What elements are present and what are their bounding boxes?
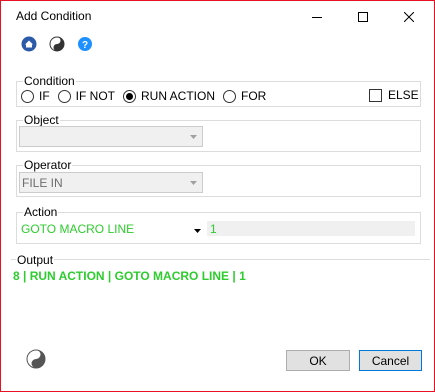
else-label: ELSE bbox=[388, 88, 419, 102]
svg-text:?: ? bbox=[82, 40, 88, 51]
radio-for[interactable]: FOR bbox=[223, 89, 266, 103]
radio-if-circle[interactable] bbox=[21, 89, 34, 103]
yin-yang-icon[interactable] bbox=[26, 349, 46, 369]
radio-if-label: IF bbox=[39, 89, 50, 103]
output-text: 8 | RUN ACTION | GOTO MACRO LINE | 1 bbox=[13, 269, 246, 283]
window-title: Add Condition bbox=[16, 9, 92, 23]
help-icon[interactable]: ? bbox=[77, 36, 93, 52]
line-number-value: 1 bbox=[210, 222, 217, 236]
title-bar: Add Condition bbox=[1, 1, 434, 32]
object-label: Object bbox=[23, 113, 60, 127]
else-checkbox[interactable]: ELSE bbox=[369, 88, 419, 102]
operator-label: Operator bbox=[23, 158, 73, 172]
operator-combo[interactable]: FILE IN bbox=[19, 172, 203, 193]
radio-if-not-label: IF NOT bbox=[75, 89, 115, 103]
condition-group: Condition IF IF NOT RUN ACTION FOR ELSE bbox=[16, 74, 421, 107]
output-label: Output bbox=[16, 253, 55, 267]
chevron-down-icon bbox=[191, 224, 203, 237]
operator-group: Operator FILE IN bbox=[16, 158, 421, 197]
close-button[interactable] bbox=[386, 1, 432, 32]
home-icon[interactable] bbox=[21, 36, 37, 52]
radio-for-label: FOR bbox=[241, 89, 267, 103]
radio-if[interactable]: IF bbox=[21, 89, 50, 103]
ok-button[interactable]: OK bbox=[286, 350, 350, 371]
chevron-down-icon bbox=[187, 130, 199, 143]
radio-if-not[interactable]: IF NOT bbox=[57, 89, 115, 103]
close-icon bbox=[404, 11, 414, 22]
object-group: Object bbox=[16, 113, 421, 152]
radio-run-action-circle[interactable] bbox=[123, 89, 136, 103]
object-combo[interactable] bbox=[19, 126, 203, 147]
action-group: Action GOTO MACRO LINE 1 bbox=[16, 205, 421, 244]
minimize-icon bbox=[312, 16, 322, 18]
else-checkbox-box[interactable] bbox=[369, 88, 382, 102]
radio-for-circle[interactable] bbox=[223, 89, 237, 103]
action-label: Action bbox=[23, 205, 59, 219]
radio-run-action-label: RUN ACTION bbox=[141, 89, 216, 103]
minimize-button[interactable] bbox=[294, 1, 340, 32]
radio-run-action[interactable]: RUN ACTION bbox=[123, 89, 215, 103]
radio-if-not-circle[interactable] bbox=[57, 89, 71, 103]
output-divider bbox=[11, 259, 430, 260]
operator-combo-value: FILE IN bbox=[22, 176, 63, 190]
condition-radio-row: IF IF NOT RUN ACTION FOR bbox=[21, 88, 274, 104]
condition-label: Condition bbox=[23, 74, 76, 88]
maximize-button[interactable] bbox=[340, 1, 386, 32]
maximize-icon bbox=[358, 11, 368, 22]
action-combo-value: GOTO MACRO LINE bbox=[21, 222, 135, 236]
line-number-field[interactable]: 1 bbox=[207, 221, 415, 236]
add-condition-dialog: Add Condition ? Condition IF IF NOT RUN … bbox=[0, 0, 435, 392]
yin-yang-icon[interactable] bbox=[49, 36, 65, 52]
cancel-button[interactable]: Cancel bbox=[359, 350, 422, 371]
chevron-down-icon bbox=[187, 176, 199, 189]
action-combo[interactable]: GOTO MACRO LINE bbox=[19, 220, 203, 240]
